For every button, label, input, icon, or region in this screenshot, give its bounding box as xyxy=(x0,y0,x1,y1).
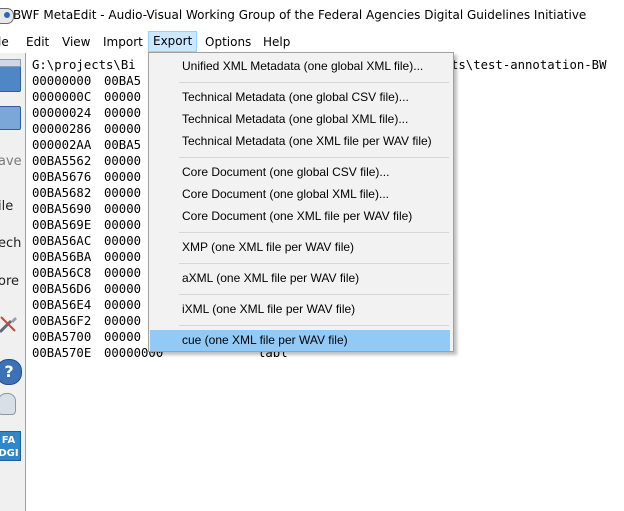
trace-row: 00BA569E 00000 xyxy=(32,218,141,234)
menu-separator xyxy=(179,294,449,295)
trace-row: 00BA56E4 00000 xyxy=(32,298,141,314)
trace-row: 00BA5682 00000 xyxy=(32,186,141,202)
trace-offset: 0000000C xyxy=(32,90,92,104)
menu-view[interactable]: View xyxy=(62,34,90,51)
menu-bar: le Edit View Import Export Options Help xyxy=(0,31,624,52)
export-menu-item[interactable]: iXML (one XML file per WAV file) xyxy=(150,299,450,320)
trace-value: 00000 xyxy=(104,266,142,280)
trace-offset: 00BA570E xyxy=(32,346,92,360)
save-button[interactable]: ave xyxy=(0,154,22,169)
wrench-icon[interactable] xyxy=(0,313,19,335)
export-menu-item[interactable]: XMP (one XML file per WAV file) xyxy=(150,237,450,258)
trace-offset: 00BA5700 xyxy=(32,330,92,344)
trace-value: 00000 xyxy=(104,154,142,168)
trace-value: 00000 xyxy=(104,330,142,344)
trace-offset: 00BA56C8 xyxy=(32,266,92,280)
trace-offset: 00BA56D6 xyxy=(32,282,92,296)
trace-offset: 00BA56F2 xyxy=(32,314,92,328)
trace-offset: 00BA5682 xyxy=(32,186,92,200)
trace-offset: 000002AA xyxy=(32,138,92,152)
trace-row: 000002AA 00BA5 xyxy=(32,138,141,154)
trace-row: 00BA56AC 00000 xyxy=(32,234,141,250)
file-button[interactable]: ile xyxy=(0,199,13,214)
trace-offset: 00BA56AC xyxy=(32,234,92,248)
menu-edit[interactable]: Edit xyxy=(26,34,49,51)
trace-value: 00000 xyxy=(104,250,142,264)
trace-row: 0000000C 00000 xyxy=(32,90,141,106)
trace-value: 00000 xyxy=(104,186,142,200)
menu-separator xyxy=(179,263,449,264)
trace-value: 00000 xyxy=(104,106,142,120)
trace-value: 00000 xyxy=(104,90,142,104)
trace-offset: 00BA569E xyxy=(32,218,92,232)
trace-offset: 00BA5562 xyxy=(32,154,92,168)
menu-help[interactable]: Help xyxy=(263,34,290,51)
export-menu-item[interactable]: aXML (one XML file per WAV file) xyxy=(150,268,450,289)
trace-value: 00BA5 xyxy=(104,138,142,152)
help-icon[interactable]: ? xyxy=(0,359,22,385)
trace-row: 00000286 00000 xyxy=(32,122,141,138)
file-path-right: ts\test-annotation-BW xyxy=(451,58,607,72)
fadgi-logo[interactable]: FA DGI xyxy=(0,431,21,461)
menu-separator xyxy=(179,325,449,326)
export-menu-item[interactable]: Technical Metadata (one global XML file)… xyxy=(150,109,450,130)
trace-offset: 00BA5690 xyxy=(32,202,92,216)
title-bar: BWF MetaEdit - Audio-Visual Working Grou… xyxy=(0,0,624,31)
trace-value: 00000 xyxy=(104,202,142,216)
export-menu-item[interactable]: Unified XML Metadata (one global XML fil… xyxy=(150,56,450,77)
trace-row: 00BA570E 00000000 labl xyxy=(32,346,288,362)
trace-value: 00BA5 xyxy=(104,74,142,88)
trace-offset: 00000000 xyxy=(32,74,92,88)
trace-row: 00BA56BA 00000 xyxy=(32,250,141,266)
open-folder-icon[interactable] xyxy=(0,59,21,92)
export-menu-item[interactable]: Technical Metadata (one XML file per WAV… xyxy=(150,131,450,152)
lightbulb-icon[interactable] xyxy=(0,393,16,415)
trace-offset: 00000286 xyxy=(32,122,92,136)
trace-value: 00000 xyxy=(104,122,142,136)
menu-separator xyxy=(179,157,449,158)
menu-options[interactable]: Options xyxy=(205,34,251,51)
trace-row: 00BA56D6 00000 xyxy=(32,282,141,298)
export-menu-item[interactable]: Core Document (one XML file per WAV file… xyxy=(150,206,450,227)
trace-row: 00BA5690 00000 xyxy=(32,202,141,218)
menu-separator xyxy=(179,232,449,233)
window-title: BWF MetaEdit - Audio-Visual Working Grou… xyxy=(13,8,587,22)
trace-value: 00000 xyxy=(104,298,142,312)
trace-value: 00000 xyxy=(104,218,142,232)
trace-row: 00BA5676 00000 xyxy=(32,170,141,186)
menu-import[interactable]: Import xyxy=(103,34,143,51)
trace-row: 00BA5700 00000 xyxy=(32,330,141,346)
export-menu-item[interactable]: Core Document (one global XML file)... xyxy=(150,184,450,205)
export-menu-item[interactable]: Core Document (one global CSV file)... xyxy=(150,162,450,183)
trace-row: 00000024 00000 xyxy=(32,106,141,122)
trace-value: 00000 xyxy=(104,234,142,248)
trace-offset: 00BA5676 xyxy=(32,170,92,184)
core-button[interactable]: ore xyxy=(0,274,19,289)
trace-row: 00BA56F2 00000 xyxy=(32,314,141,330)
export-menu: Unified XML Metadata (one global XML fil… xyxy=(148,52,454,352)
menu-export[interactable]: Export xyxy=(148,31,198,52)
trace-value: 00000 xyxy=(104,282,142,296)
trace-row: 00BA5562 00000 xyxy=(32,154,141,170)
app-icon xyxy=(0,8,14,24)
trace-value: 00000 xyxy=(104,314,142,328)
menu-file[interactable]: le xyxy=(0,34,9,51)
trace-row: 00000000 00BA5 xyxy=(32,74,141,90)
file-path-left: G:\projects\Bi xyxy=(32,58,136,72)
trace-offset: 00BA56BA xyxy=(32,250,92,264)
trace-row: 00BA56C8 00000 xyxy=(32,266,141,282)
menu-separator xyxy=(179,82,449,83)
tech-button[interactable]: ech xyxy=(0,236,21,251)
export-menu-item[interactable]: Technical Metadata (one global CSV file)… xyxy=(150,87,450,108)
export-menu-item[interactable]: cue (one XML file per WAV file) xyxy=(150,330,450,351)
left-toolbar: ave ile ech ore ? FA DGI xyxy=(0,53,26,511)
trace-offset: 00BA56E4 xyxy=(32,298,92,312)
open-directory-icon[interactable] xyxy=(0,106,21,130)
trace-value: 00000 xyxy=(104,170,142,184)
trace-offset: 00000024 xyxy=(32,106,92,120)
